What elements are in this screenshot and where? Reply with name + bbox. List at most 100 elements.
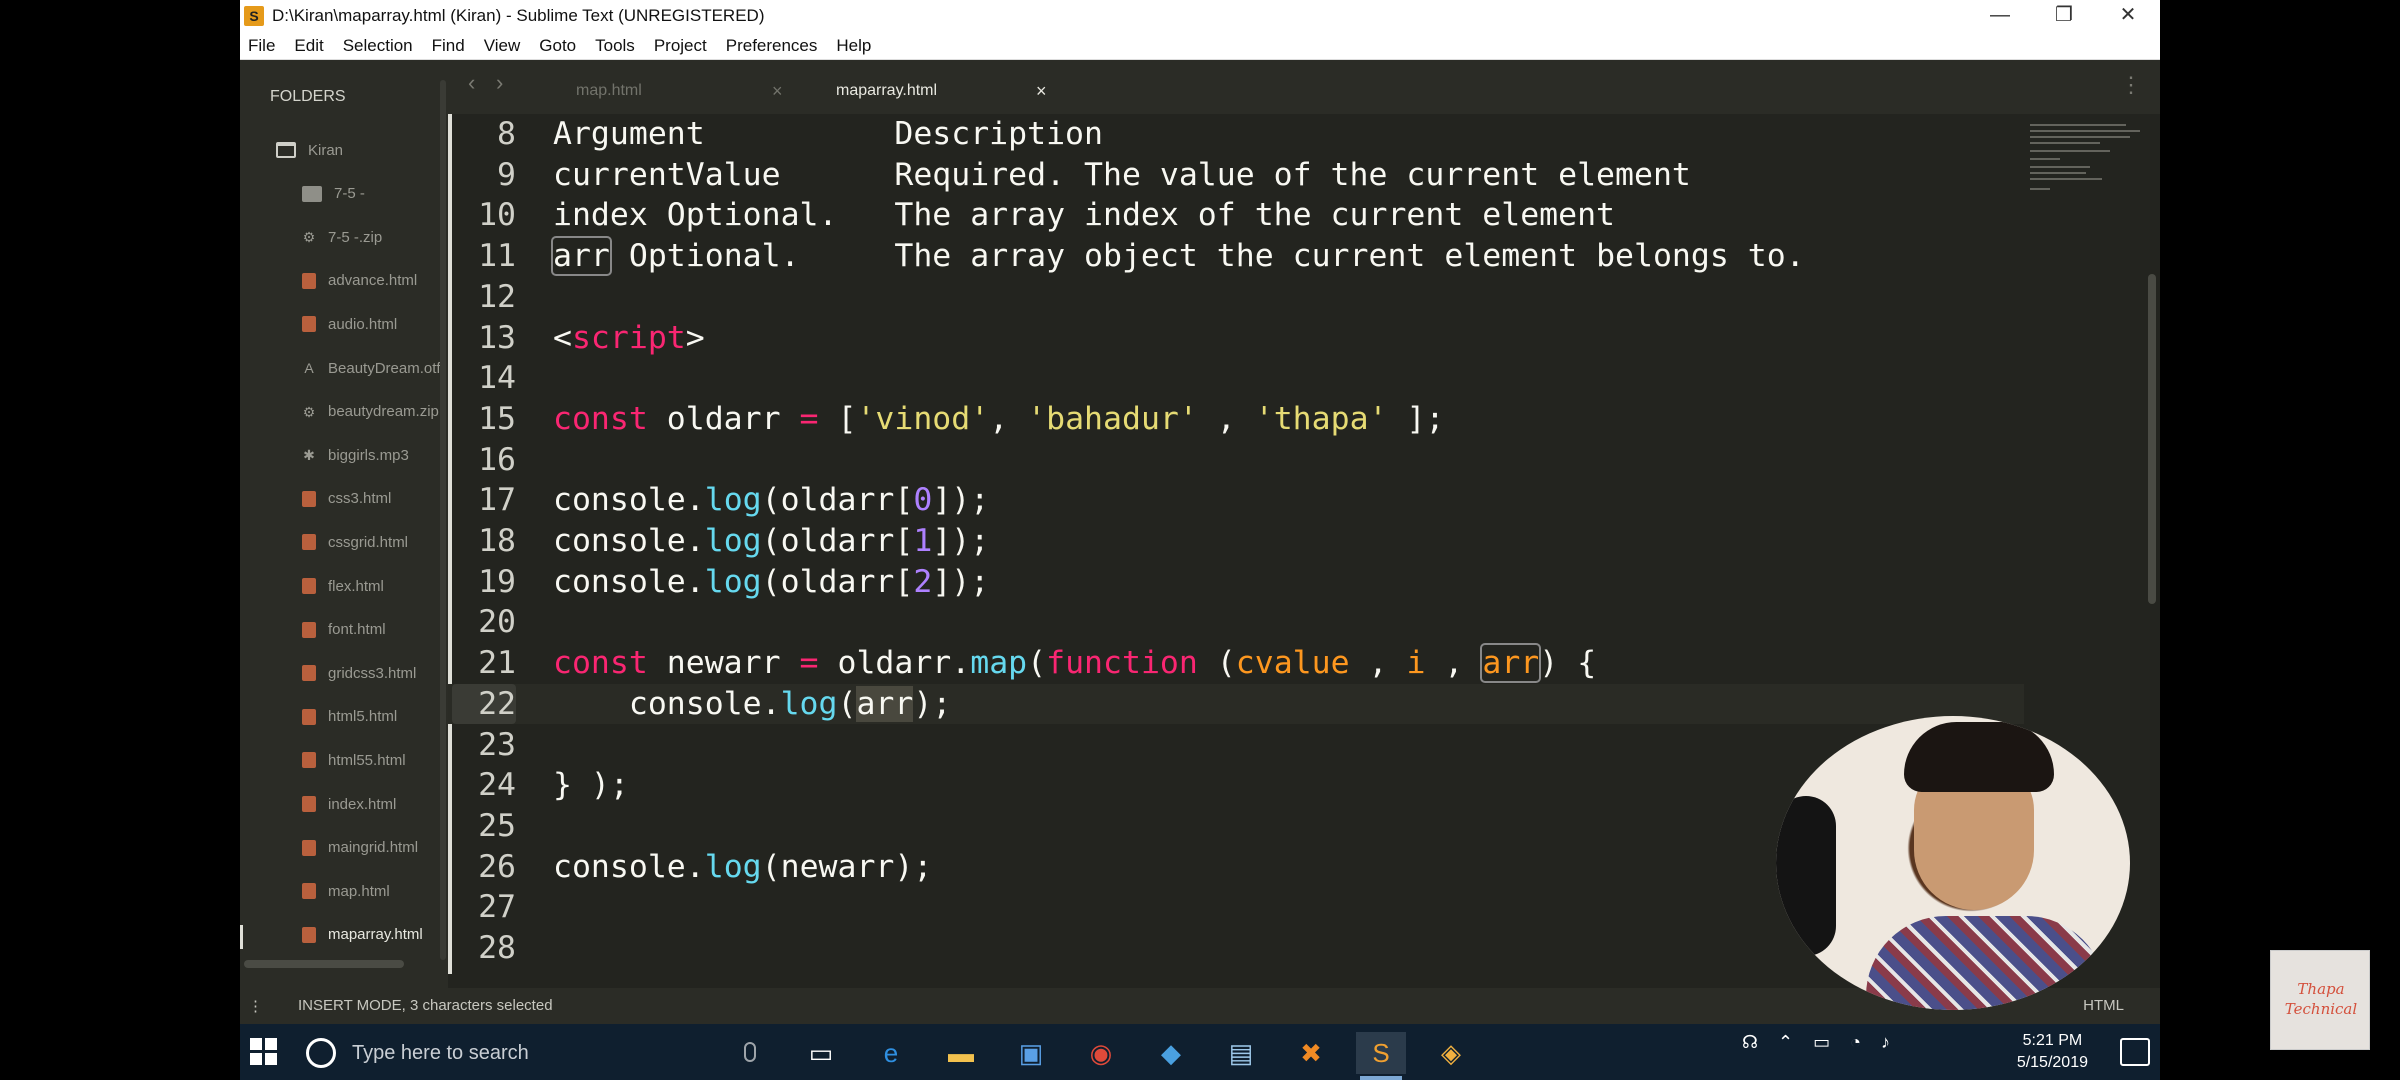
menu-bar: File Edit Selection Find View Goto Tools…	[240, 32, 2160, 60]
sidebar-item[interactable]: cssgrid.html	[240, 528, 448, 556]
sidebar-header: FOLDERS	[270, 88, 346, 105]
minimap-scrollbar[interactable]	[2148, 274, 2156, 604]
xampp-icon[interactable]: ✖	[1286, 1032, 1336, 1074]
code-line[interactable]: 20	[448, 602, 2024, 642]
watermark-line1: Thapa	[2297, 980, 2345, 998]
app-shortcut-icon[interactable]: ◈	[1426, 1032, 1476, 1074]
notification-center-icon[interactable]	[2120, 1038, 2150, 1066]
close-icon[interactable]: ×	[1036, 76, 1047, 106]
sidebar-item[interactable]: gridcss3.html	[240, 659, 448, 687]
task-view-icon[interactable]: ▭	[796, 1032, 846, 1074]
code-line[interactable]: 12	[448, 277, 2024, 317]
chrome-icon[interactable]: ◉	[1076, 1032, 1126, 1074]
menu-project[interactable]: Project	[654, 36, 707, 56]
code-line[interactable]: 23	[448, 725, 2024, 765]
code-line[interactable]: 21 const newarr = oldarr.map(function (cv…	[448, 643, 2024, 684]
menu-tools[interactable]: Tools	[595, 36, 635, 56]
battery-icon[interactable]: ▭	[1813, 1032, 1830, 1053]
edge-browser-icon[interactable]: e	[866, 1032, 916, 1074]
sidebar-item[interactable]: ⚙ beautydream.zip	[240, 398, 448, 426]
code-line[interactable]: 15 const oldarr = ['vinod', 'bahadur' , '…	[448, 399, 2024, 439]
line-number: 23	[478, 726, 516, 763]
app-shortcut-icon[interactable]: ◆	[1146, 1032, 1196, 1074]
code-token: arr	[551, 236, 612, 277]
file-explorer-icon[interactable]: ▬	[936, 1032, 986, 1074]
maximize-button[interactable]: ❐	[2032, 0, 2096, 32]
code-token: Optional. The array object the current e…	[609, 238, 1805, 275]
code-token: (	[1027, 645, 1047, 682]
close-button[interactable]: ✕	[2096, 0, 2160, 32]
sidebar-item[interactable]: css3.html	[240, 485, 448, 513]
channel-watermark-logo: Thapa Technical	[2270, 950, 2370, 1050]
code-line[interactable]: 22 console.log(arr);	[448, 683, 2024, 724]
taskbar-clock[interactable]: 5:21 PM 5/15/2019	[2017, 1030, 2088, 1074]
code-line[interactable]: 10 index Optional. The array index of the…	[448, 195, 2024, 235]
code-token: log	[704, 848, 762, 885]
network-icon[interactable]: ◔	[1850, 1032, 1861, 1053]
code-line[interactable]: 14	[448, 358, 2024, 398]
menu-preferences[interactable]: Preferences	[726, 36, 818, 56]
close-icon[interactable]: ×	[772, 76, 783, 106]
sidebar-item[interactable]: Kiran	[240, 136, 448, 164]
line-number: 10	[478, 197, 516, 234]
sidebar-item[interactable]: html55.html	[240, 746, 448, 774]
sidebar-item-label: audio.html	[328, 315, 398, 333]
menu-view[interactable]: View	[484, 36, 521, 56]
sidebar-item[interactable]: html5.html	[240, 703, 448, 731]
code-line[interactable]: 8 Argument Description	[448, 114, 2024, 154]
code-token: i	[1406, 645, 1426, 682]
menu-goto[interactable]: Goto	[539, 36, 576, 56]
store-icon[interactable]: ▣	[1006, 1032, 1056, 1074]
menu-selection[interactable]: Selection	[343, 36, 413, 56]
sidebar-item[interactable]: advance.html	[240, 267, 448, 295]
people-icon[interactable]: ☊	[1742, 1032, 1758, 1053]
code-line[interactable]: 11 arr Optional. The array object the cur…	[448, 236, 2024, 277]
app-shortcut-icon[interactable]: ▤	[1216, 1032, 1266, 1074]
sidebar-item-label: maingrid.html	[328, 839, 419, 857]
code-line[interactable]: 13 <script>	[448, 318, 2024, 358]
taskbar-search-box[interactable]: Type here to search	[306, 1032, 756, 1074]
sublime-taskbar-icon[interactable]: S	[1356, 1032, 1406, 1080]
menu-find[interactable]: Find	[432, 36, 465, 56]
code-line[interactable]: 18 console.log(oldarr[1]);	[448, 521, 2024, 561]
sidebar-item[interactable]: maparray.html	[240, 921, 448, 949]
tab-maparray-html[interactable]: maparray.html ×	[816, 76, 1106, 124]
status-menu-icon[interactable]: ⋮	[248, 997, 263, 1015]
code-line[interactable]: 17 console.log(oldarr[0]);	[448, 480, 2024, 520]
code-line[interactable]: 19 console.log(oldarr[2]);	[448, 562, 2024, 602]
sidebar-item[interactable]: ✱ biggirls.mp3	[240, 441, 448, 469]
sidebar-item-label: html55.html	[328, 751, 406, 769]
code-token: (newarr);	[761, 848, 933, 885]
sidebar-item[interactable]: maingrid.html	[240, 834, 448, 862]
code-token: console	[553, 523, 686, 559]
start-logo-pane	[250, 1053, 262, 1065]
sidebar-item[interactable]: ⚙ 7-5 -.zip	[240, 223, 448, 251]
sidebar-item[interactable]: 7-5 -	[240, 180, 448, 208]
sidebar-item[interactable]: flex.html	[240, 572, 448, 600]
menu-file[interactable]: File	[248, 36, 275, 56]
sidebar-horizontal-scrollbar[interactable]	[244, 960, 404, 968]
sidebar-vertical-scrollbar[interactable]	[440, 80, 446, 960]
menu-edit[interactable]: Edit	[294, 36, 323, 56]
sidebar-item[interactable]: audio.html	[240, 310, 448, 338]
windows-start-button[interactable]	[250, 1038, 278, 1066]
code-line[interactable]: 16	[448, 440, 2024, 480]
watermark-line2: Technical	[2284, 1000, 2358, 1018]
sidebar-item[interactable]: map.html	[240, 877, 448, 905]
chevron-right-icon[interactable]: ›	[496, 70, 503, 96]
menu-help[interactable]: Help	[836, 36, 871, 56]
code-line[interactable]: 9 currentValue Required. The value of the…	[448, 155, 2024, 195]
audio-icon: ✱	[303, 447, 315, 464]
chevron-up-icon[interactable]: ⌃	[1778, 1032, 1793, 1053]
sidebar-item[interactable]: A BeautyDream.otf	[240, 354, 448, 382]
chevron-left-icon[interactable]: ‹	[468, 70, 475, 96]
tab-map-html[interactable]: map.html ×	[576, 76, 806, 106]
sidebar-item[interactable]: font.html	[240, 616, 448, 644]
minimize-button[interactable]: —	[1968, 0, 2032, 32]
volume-icon[interactable]: ♪	[1881, 1032, 1890, 1053]
sidebar-item[interactable]: index.html	[240, 790, 448, 818]
microphone-icon[interactable]	[744, 1042, 756, 1062]
code-line[interactable]: 24} );	[448, 765, 2024, 805]
more-vertical-icon[interactable]: ⋮	[2120, 72, 2142, 98]
file-icon	[302, 708, 316, 725]
